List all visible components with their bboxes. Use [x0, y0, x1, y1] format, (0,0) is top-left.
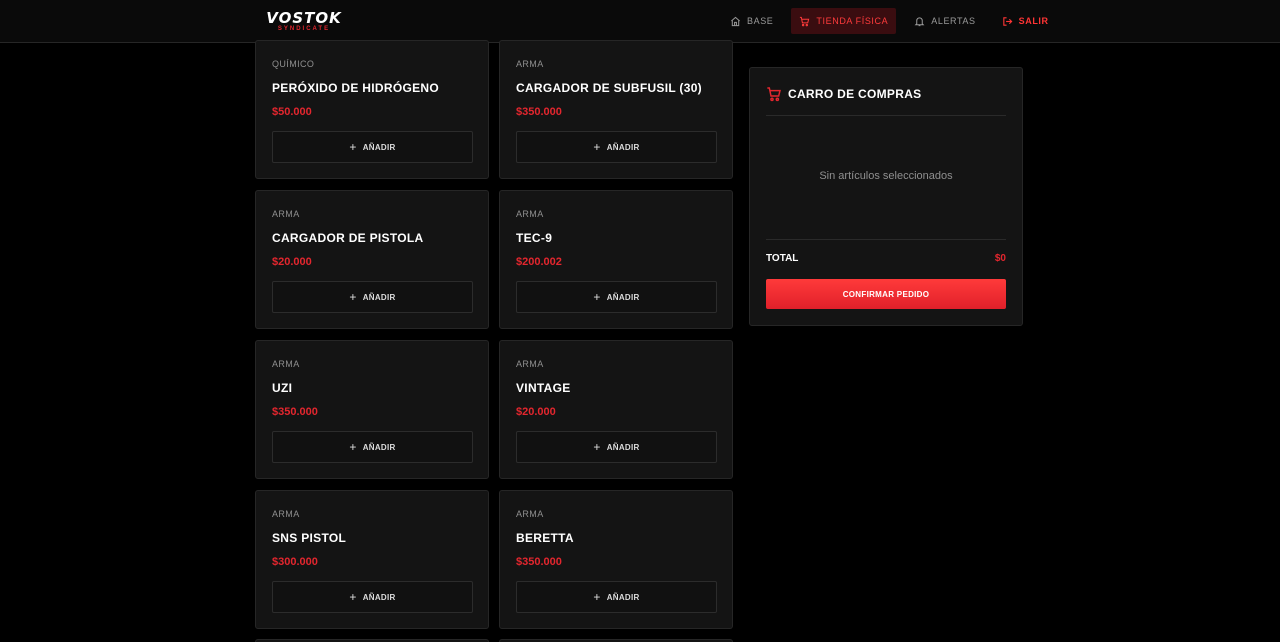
product-category: ARMA [516, 59, 544, 69]
product-card: ARMA CARGADOR DE PISTOLA $20.000 + AÑADIR [255, 190, 489, 329]
nav-item-tienda-fisica[interactable]: TIENDA FÍSICA [791, 8, 897, 34]
product-card: ARMA VINTAGE $20.000 + AÑADIR [499, 340, 733, 479]
cart-title: CARRO DE COMPRAS [788, 87, 922, 101]
top-bar: VOSTOK SYNDICATE BASE TIENDA FÍSICA ALER… [0, 0, 1280, 43]
product-name: CARGADOR DE PISTOLA [272, 231, 424, 245]
product-name: BERETTA [516, 531, 574, 545]
add-to-cart-button[interactable]: + AÑADIR [272, 131, 473, 163]
add-label: AÑADIR [362, 592, 396, 602]
plus-icon: + [593, 440, 601, 454]
product-name: PERÓXIDO DE HIDRÓGENO [272, 81, 439, 95]
product-price: $350.000 [272, 406, 318, 418]
nav-item-label: TIENDA FÍSICA [816, 16, 889, 26]
product-card: ARMA UZI $350.000 + AÑADIR [255, 340, 489, 479]
home-icon [731, 16, 740, 26]
cart-divider [766, 239, 1006, 240]
cart-divider [766, 115, 1006, 116]
plus-icon: + [593, 140, 601, 154]
add-to-cart-button[interactable]: + AÑADIR [516, 131, 717, 163]
plus-icon: + [349, 440, 357, 454]
nav-item-base[interactable]: BASE [722, 8, 781, 34]
add-label: AÑADIR [362, 142, 396, 152]
brand-name: VOSTOK [266, 9, 342, 27]
bell-icon [914, 16, 925, 26]
product-price: $350.000 [516, 106, 562, 118]
plus-icon: + [593, 590, 601, 604]
shopping-cart-panel: CARRO DE COMPRAS Sin artículos seleccion… [749, 67, 1023, 326]
cart-icon [800, 16, 810, 26]
brand-subtitle: SYNDICATE [277, 26, 331, 32]
total-value: $0 [994, 253, 1006, 264]
cart-empty-message: Sin artículos seleccionados [819, 170, 953, 182]
nav-item-label: BASE [747, 16, 774, 26]
add-to-cart-button[interactable]: + AÑADIR [272, 581, 473, 613]
product-name: TEC-9 [516, 231, 553, 245]
product-card: ARMA SNS PISTOL $300.000 + AÑADIR [255, 490, 489, 629]
plus-icon: + [349, 140, 357, 154]
product-category: ARMA [516, 209, 544, 219]
product-name: CARGADOR DE SUBFUSIL (30) [516, 81, 702, 95]
add-label: AÑADIR [362, 442, 396, 452]
product-category: ARMA [272, 509, 300, 519]
logout-icon [1002, 16, 1013, 26]
product-price: $350.000 [516, 556, 562, 568]
add-label: AÑADIR [606, 142, 640, 152]
product-name: VINTAGE [516, 381, 571, 395]
add-label: AÑADIR [606, 292, 640, 302]
product-category: ARMA [272, 209, 300, 219]
product-category: QUÍMICO [272, 59, 315, 69]
nav-item-label: SALIR [1018, 16, 1049, 26]
product-card: ARMA CARGADOR DE SUBFUSIL (30) $350.000 … [499, 40, 733, 179]
brand-logo[interactable]: VOSTOK SYNDICATE [258, 10, 350, 33]
product-price: $20.000 [516, 406, 556, 418]
add-to-cart-button[interactable]: + AÑADIR [516, 431, 717, 463]
product-category: ARMA [272, 359, 300, 369]
add-to-cart-button[interactable]: + AÑADIR [516, 581, 717, 613]
product-category: ARMA [516, 359, 544, 369]
product-category: ARMA [516, 509, 544, 519]
add-to-cart-button[interactable]: + AÑADIR [272, 281, 473, 313]
product-price: $300.000 [272, 556, 318, 568]
product-card: ARMA TEC-9 $200.002 + AÑADIR [499, 190, 733, 329]
product-name: UZI [272, 381, 293, 395]
add-label: AÑADIR [606, 442, 640, 452]
plus-icon: + [349, 290, 357, 304]
main-nav: BASE TIENDA FÍSICA ALERTAS SALIR [722, 8, 1057, 34]
nav-item-label: ALERTAS [931, 16, 976, 26]
add-to-cart-button[interactable]: + AÑADIR [272, 431, 473, 463]
plus-icon: + [593, 290, 601, 304]
product-price: $20.000 [272, 256, 312, 268]
nav-item-alertas[interactable]: ALERTAS [906, 8, 983, 34]
cart-icon [767, 87, 781, 102]
product-price: $200.002 [516, 256, 562, 268]
plus-icon: + [349, 590, 357, 604]
product-price: $50.000 [272, 106, 312, 118]
add-label: AÑADIR [606, 592, 640, 602]
total-label: TOTAL [766, 253, 799, 264]
add-to-cart-button[interactable]: + AÑADIR [516, 281, 717, 313]
product-name: SNS PISTOL [272, 531, 347, 545]
product-card: ARMA BERETTA $350.000 + AÑADIR [499, 490, 733, 629]
product-card: QUÍMICO PERÓXIDO DE HIDRÓGENO $50.000 + A… [255, 40, 489, 179]
cart-header: CARRO DE COMPRAS [766, 86, 921, 102]
nav-item-salir[interactable]: SALIR [994, 8, 1057, 34]
confirm-order-button[interactable]: CONFIRMAR PEDIDO [766, 279, 1006, 309]
add-label: AÑADIR [362, 292, 396, 302]
